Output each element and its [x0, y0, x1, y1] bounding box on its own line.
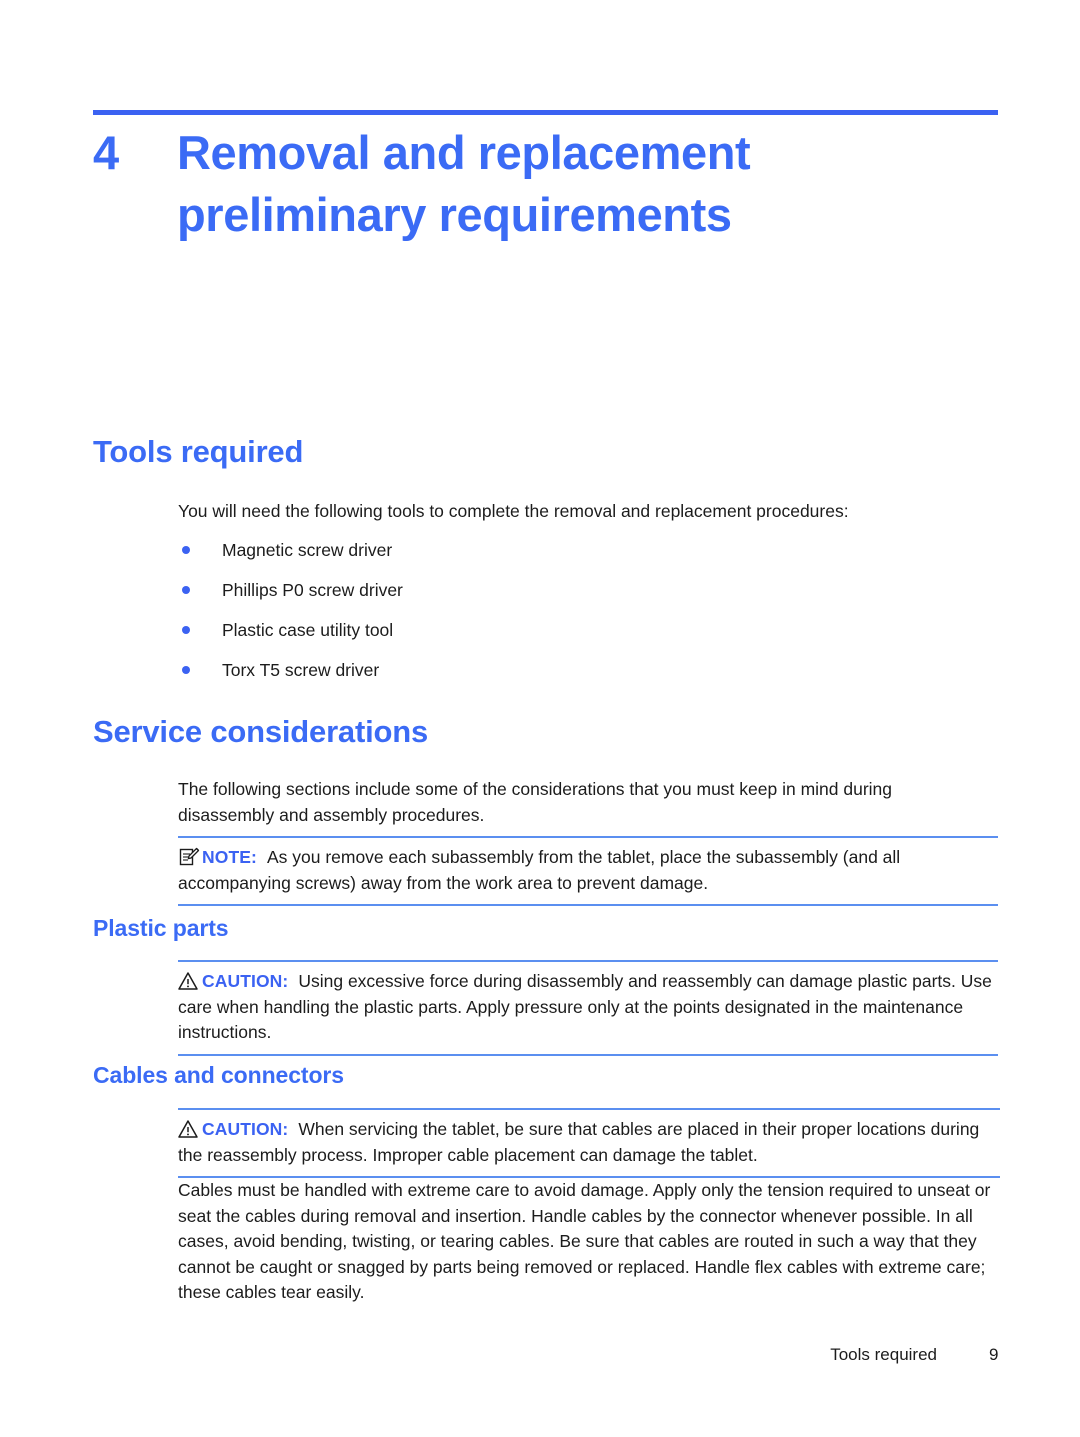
caution-admonition-plastic-parts: CAUTION: Using excessive force during dis…: [178, 960, 998, 1056]
page-footer: Tools required 9: [93, 1345, 1013, 1369]
list-item: Plastic case utility tool: [178, 618, 938, 658]
caution-admonition-cables: CAUTION: When servicing the tablet, be su…: [178, 1108, 1000, 1178]
chapter-number: 4: [93, 126, 119, 179]
paragraph-cables-body: Cables must be handled with extreme care…: [178, 1180, 991, 1302]
heading-plastic-parts: Plastic parts: [93, 915, 229, 941]
heading-service-considerations: Service considerations: [93, 714, 429, 749]
warning-triangle-icon: [178, 1119, 200, 1139]
bullet-dot-icon: [182, 546, 190, 554]
chapter-title-text: Removal and replacement preliminary requ…: [177, 126, 751, 242]
tools-bullet-list: Magnetic screw driver Phillips P0 screw …: [178, 538, 938, 698]
list-item-label: Torx T5 screw driver: [222, 660, 380, 680]
heading-cables-and-connectors: Cables and connectors: [93, 1062, 344, 1088]
chapter-title: 4 Removal and replacement preliminary re…: [93, 122, 1003, 246]
list-item-label: Plastic case utility tool: [222, 620, 394, 640]
footer-page-number: 9: [989, 1345, 999, 1364]
bullet-dot-icon: [182, 666, 190, 674]
list-item: Torx T5 screw driver: [178, 658, 938, 698]
caution-text: Using excessive force during disassembly…: [178, 971, 992, 1042]
chapter-top-rule: [93, 110, 998, 115]
heading-tools-required: Tools required: [93, 434, 304, 469]
note-text: As you remove each subassembly from the …: [178, 847, 901, 893]
list-item-label: Magnetic screw driver: [222, 540, 393, 560]
caution-label: CAUTION:: [202, 971, 289, 991]
caution-label: CAUTION:: [202, 1119, 289, 1139]
note-admonition-body: NOTE: As you remove each subassembly from…: [178, 845, 998, 896]
document-page: 4 Removal and replacement preliminary re…: [0, 0, 1080, 1437]
warning-triangle-icon: [178, 971, 200, 991]
list-item: Magnetic screw driver: [178, 538, 938, 578]
note-admonition: NOTE: As you remove each subassembly from…: [178, 836, 998, 906]
list-item-label: Phillips P0 screw driver: [222, 580, 403, 600]
list-item: Phillips P0 screw driver: [178, 578, 938, 618]
note-pad-pencil-icon: [178, 847, 200, 867]
caution-text: When servicing the tablet, be sure that …: [178, 1119, 980, 1165]
paragraph-service-intro: The following sections include some of t…: [178, 779, 893, 825]
footer-section-label: Tools required: [830, 1345, 937, 1364]
caution-admonition-body: CAUTION: Using excessive force during dis…: [178, 969, 998, 1046]
caution-admonition-body: CAUTION: When servicing the tablet, be su…: [178, 1117, 1000, 1168]
paragraph-tools-intro: You will need the following tools to com…: [178, 501, 849, 521]
note-label: NOTE:: [202, 847, 257, 867]
bullet-dot-icon: [182, 586, 190, 594]
bullet-dot-icon: [182, 626, 190, 634]
